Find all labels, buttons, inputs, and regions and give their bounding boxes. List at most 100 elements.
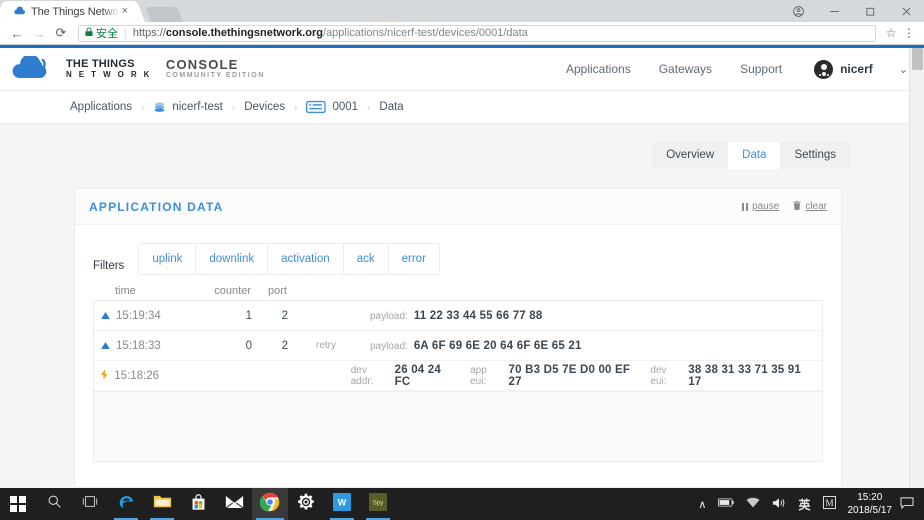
minimize-button[interactable] [816,0,852,22]
breadcrumb-item-device[interactable]: 0001 [332,101,358,113]
wifi-icon[interactable] [746,497,760,511]
site-header: THE THINGS N E T W O R K CONSOLE COMMUNI… [0,48,924,91]
wps-button[interactable]: W [324,488,360,520]
ime-language-icon[interactable]: 英 [798,496,810,513]
omnibox-divider: | [124,27,127,39]
taskbar-clock[interactable]: 15:20 2018/5/17 [848,491,893,517]
clear-button[interactable]: clear [793,201,827,213]
application-stack-icon [153,101,166,114]
device-tab-group: Overview Data Settings [652,142,850,169]
row-field-value: 11 22 33 44 55 66 77 88 [414,310,543,322]
row-counter: 1 [190,310,252,322]
nav-gateways[interactable]: Gateways [659,62,712,76]
spy-app-icon: Spy [369,493,387,516]
bookmark-star-icon[interactable]: ☆ [882,26,900,40]
maximize-button[interactable] [852,0,888,22]
search-icon [47,494,62,514]
filter-ack[interactable]: ack [344,244,389,274]
ttn-cloud-logo-icon [10,56,58,82]
console-title-main: CONSOLE [166,58,265,72]
filter-activation[interactable]: activation [268,244,344,274]
tab-settings[interactable]: Settings [780,142,850,169]
svg-text:W: W [338,497,347,507]
table-row[interactable]: 15:18:26 dev addr: 26 04 24 FC app [94,361,822,391]
browser-tab[interactable]: The Things Network Co × [6,1,134,22]
reload-button[interactable]: ⟳ [50,22,72,44]
breadcrumb-separator: › [294,102,297,113]
table-row[interactable]: 15:19:34 1 2 payload: 11 22 33 44 55 66 … [94,301,822,331]
filter-error[interactable]: error [389,244,439,274]
breadcrumb-item-data[interactable]: Data [379,101,403,113]
profile-icon[interactable] [780,0,816,22]
breadcrumb: Applications › nicerf-test › Devices › 0… [0,91,924,124]
ttn-logo[interactable]: THE THINGS N E T W O R K [10,56,152,82]
back-button[interactable]: ← [6,22,28,44]
user-menu[interactable]: nicerf [814,60,873,79]
search-button[interactable] [36,488,72,520]
url-path: /applications/nicerf-test/devices/0001/d… [323,27,528,39]
settings-button[interactable] [288,488,324,520]
address-bar[interactable]: 安全 | https://console.thethingsnetwork.or… [78,25,876,42]
spy-button[interactable]: Spy [360,488,396,520]
chrome-icon [260,492,280,517]
new-tab-button[interactable] [145,7,182,22]
browser-toolbar: ← → ⟳ 安全 | https://console.thethingsnetw… [0,22,924,45]
row-field-key: payload: [370,341,408,352]
row-port: 2 [252,340,300,352]
volume-icon[interactable] [772,497,786,512]
chrome-menu-icon[interactable]: ⋮ [900,26,918,40]
pause-button[interactable]: pause [742,201,779,212]
breadcrumb-item-applications[interactable]: Applications [70,101,132,113]
row-flag: retry [300,340,352,351]
chevron-down-icon[interactable]: ⌄ [899,63,908,76]
secure-label: 安全 [96,25,118,41]
filter-uplink[interactable]: uplink [139,244,196,274]
tray-chevron-up-icon[interactable]: ∧ [698,498,706,511]
ttn-logo-text: THE THINGS N E T W O R K [66,59,152,79]
notifications-icon[interactable] [900,497,914,512]
row-field-value: 70 B3 D5 7E D0 00 EF 27 [509,364,635,388]
onenote-clipper-icon[interactable]: M [823,496,836,512]
chrome-button[interactable] [252,488,288,520]
row-field-key: app eui: [470,365,502,387]
activation-bolt-icon [94,369,114,383]
tab-data[interactable]: Data [728,142,780,169]
trash-icon [793,201,801,213]
filter-button-group: uplink downlink activation ack error [138,243,440,275]
battery-icon[interactable] [718,498,734,510]
row-field: dev addr: 26 04 24 FC [351,364,454,388]
column-header-counter: counter [189,285,251,297]
close-button[interactable] [888,0,924,22]
row-field-key: dev addr: [351,365,389,387]
table-empty-area [94,391,822,461]
console-title-sub: COMMUNITY EDITION [166,72,265,80]
row-field-value: 38 38 31 33 71 35 91 17 [688,364,806,388]
edge-button[interactable] [108,488,144,520]
page-scrollbar[interactable] [909,48,924,495]
page-body: Overview Data Settings APPLICATION DATA … [0,124,924,495]
clock-time: 15:20 [848,491,893,504]
file-explorer-button[interactable] [144,488,180,520]
breadcrumb-item-devices[interactable]: Devices [244,101,285,113]
forward-button[interactable]: → [28,22,50,44]
task-view-button[interactable] [72,488,108,520]
mail-button[interactable] [216,488,252,520]
table-row[interactable]: 15:18:33 0 2 retry payload: 6A 6F 69 6E … [94,331,822,361]
row-time: 15:18:26 [114,370,182,382]
browser-tab-title: The Things Network Co [31,6,120,18]
store-button[interactable] [180,488,216,520]
start-button[interactable] [0,488,36,520]
row-field: app eui: 70 B3 D5 7E D0 00 EF 27 [470,364,634,388]
scrollbar-thumb[interactable] [912,48,923,70]
row-counter: 0 [190,340,252,352]
nav-applications[interactable]: Applications [566,62,631,76]
filter-downlink[interactable]: downlink [196,244,268,274]
application-data-card: APPLICATION DATA pause clear [74,188,842,488]
ttn-cloud-icon [12,5,26,19]
tab-overview[interactable]: Overview [652,142,728,169]
pause-label: pause [752,201,779,212]
breadcrumb-item-application[interactable]: nicerf-test [172,101,223,113]
tab-close-icon[interactable]: × [122,6,128,17]
nav-support[interactable]: Support [740,62,782,76]
user-name: nicerf [840,62,873,76]
